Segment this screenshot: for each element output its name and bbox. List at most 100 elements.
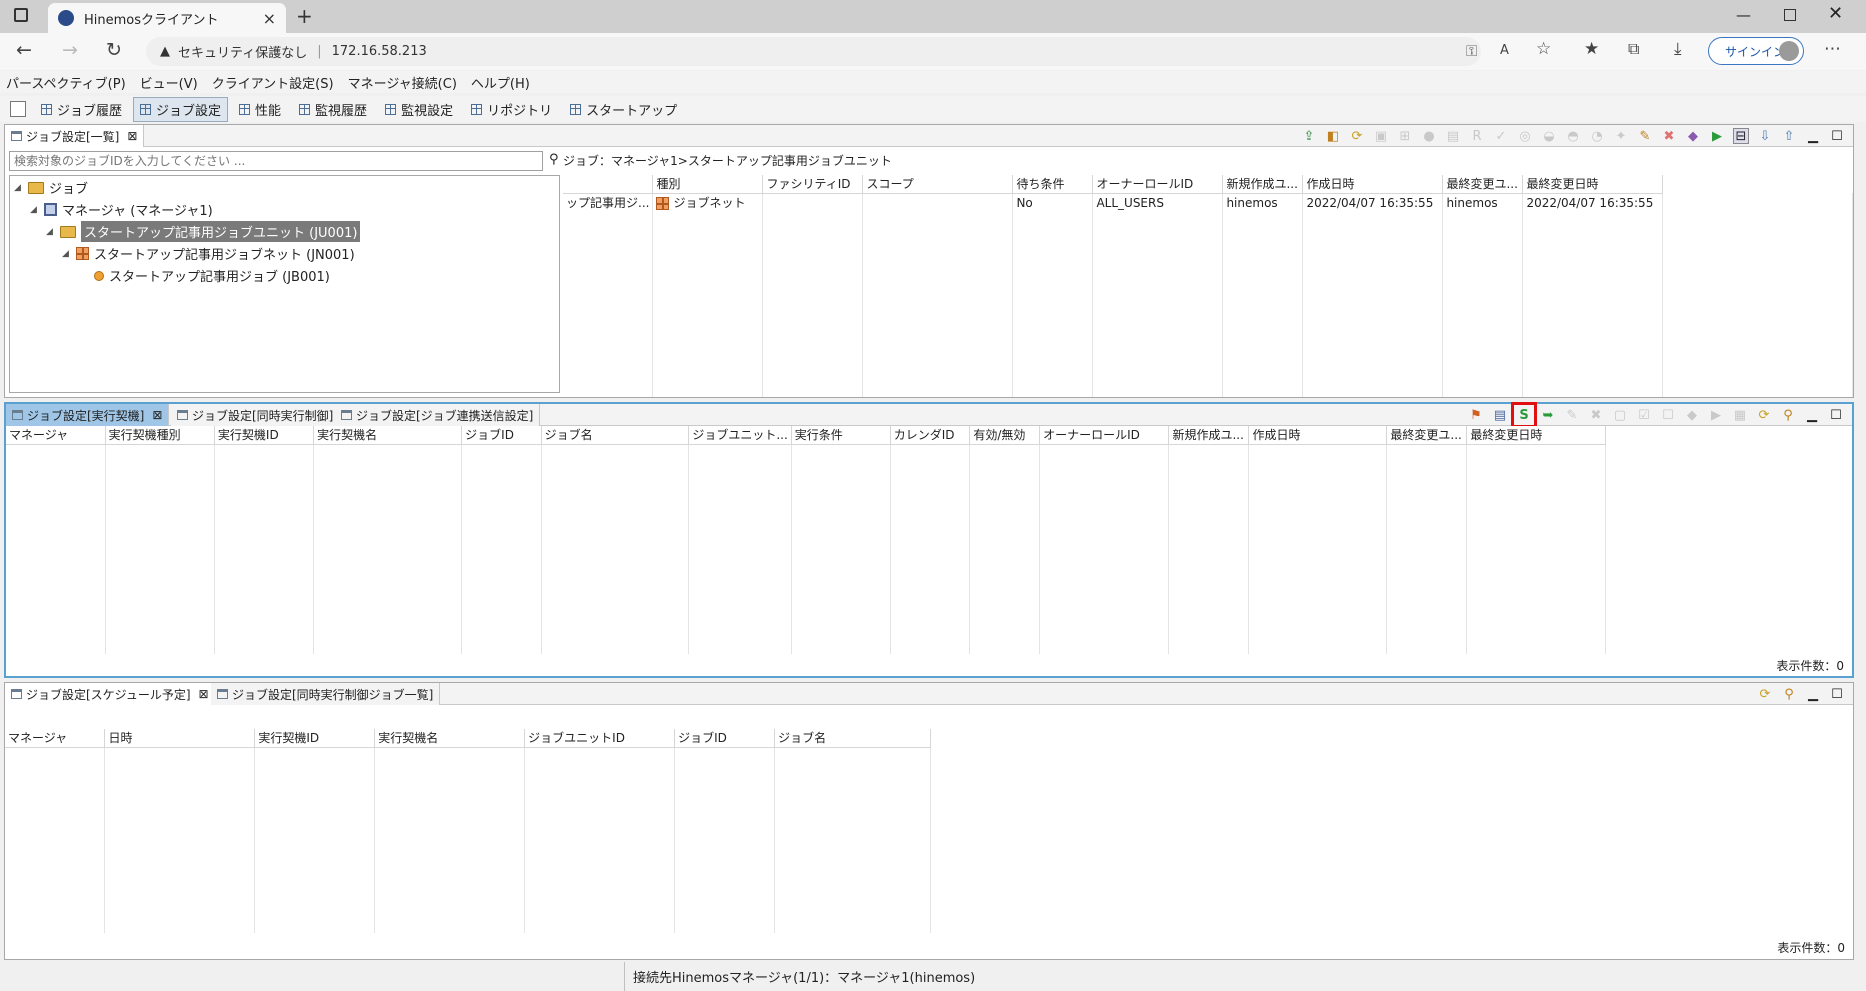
menu-help[interactable]: ヘルプ(H) (471, 73, 530, 92)
close-window-icon[interactable]: ✕ (1828, 3, 1843, 24)
forward-icon[interactable]: → (62, 39, 78, 61)
tree-node-root[interactable]: ◢ ジョブ (14, 178, 88, 197)
filter-icon[interactable]: ⚲ (1780, 407, 1796, 423)
kick-column-header[interactable]: 最終変更日時 (1466, 426, 1606, 445)
search-icon[interactable]: ⚲ (549, 152, 559, 167)
new-tab-icon[interactable]: + (296, 4, 313, 28)
menu-perspective[interactable]: パースペクティブ(P) (6, 73, 126, 92)
perspective-monitor-history[interactable]: 監視履歴 (292, 97, 374, 122)
schedule-column-header[interactable]: ジョブユニットID (524, 729, 676, 748)
create-linkage-kick-icon[interactable]: ➥ (1540, 407, 1556, 423)
table-row[interactable]: ップ記事用ジ... ジョブネット No ALL_USERS hinemos 2022/04… (563, 193, 1853, 212)
job-list-column-header[interactable]: 新規作成ユ... (1222, 175, 1304, 194)
job-list-column-header[interactable]: ファシリティID (762, 175, 864, 194)
signin-button[interactable]: サインイン (1708, 37, 1804, 65)
tab-concurrency[interactable]: ジョブ設定[同時実行制御] (171, 404, 341, 426)
create-net-icon[interactable]: ⊞ (1397, 128, 1413, 144)
tab-actions-icon[interactable] (14, 8, 28, 22)
export-icon[interactable]: ⇩ (1757, 128, 1773, 144)
kick-column-header[interactable]: 新規作成ユ... (1168, 426, 1250, 445)
kick-column-header[interactable]: ジョブ名 (541, 426, 690, 445)
job-list-column-header[interactable]: 待ち条件 (1012, 175, 1094, 194)
minimize-view-icon[interactable]: ▁ (1804, 407, 1820, 423)
perspective-performance[interactable]: 性能 (232, 97, 288, 122)
job-list-column-header[interactable]: オーナーロールID (1092, 175, 1224, 194)
calendar-icon[interactable]: ▦ (1732, 407, 1748, 423)
filter-icon[interactable]: ⚲ (1781, 686, 1797, 702)
register-icon[interactable]: ◆ (1685, 128, 1701, 144)
tab-job-list[interactable]: ジョブ設定[一覧] ⊠ (5, 125, 145, 147)
run-icon[interactable]: ▶ (1709, 128, 1725, 144)
kick-column-header[interactable]: 有効/無効 (969, 426, 1041, 445)
tab-schedule[interactable]: ジョブ設定[スケジュール予定] ⊠ (5, 683, 216, 705)
job-list-column-header[interactable] (563, 175, 654, 194)
collapse-icon[interactable]: ◢ (14, 183, 23, 193)
more-icon[interactable]: ⋯ (1824, 39, 1841, 59)
job-list-column-header[interactable]: スコープ (862, 175, 1014, 194)
schedule-column-header[interactable]: ジョブID (674, 729, 776, 748)
minimize-view-icon[interactable]: ▁ (1805, 686, 1821, 702)
job-list-column-header[interactable]: 最終変更ユ... (1442, 175, 1524, 194)
create-file-check-icon[interactable]: ▤ (1492, 407, 1508, 423)
create-unit-icon[interactable]: ▣ (1373, 128, 1389, 144)
create-file-job-icon[interactable]: ▤ (1445, 128, 1461, 144)
create-job-icon[interactable]: ● (1421, 128, 1437, 144)
collapse-icon[interactable]: ◢ (62, 249, 71, 259)
kick-column-header[interactable]: ジョブユニット... (688, 426, 792, 445)
kick-column-header[interactable]: 実行契機名 (313, 426, 463, 445)
collections-icon[interactable]: ⧉ (1628, 39, 1639, 59)
key-icon[interactable]: ⚿ (1466, 42, 1477, 60)
minimize-icon[interactable]: — (1736, 6, 1751, 24)
favorite-add-icon[interactable]: ☆ (1536, 39, 1551, 59)
menu-client-settings[interactable]: クライアント設定(S) (212, 73, 334, 92)
create-ref-job-icon[interactable]: R (1469, 128, 1485, 144)
kick-column-header[interactable]: 作成日時 (1248, 426, 1388, 445)
menu-view[interactable]: ビュー(V) (140, 73, 198, 92)
browser-tab[interactable]: Hinemosクライアント × (48, 3, 286, 33)
tree-node-jobnet[interactable]: ◢ スタートアップ記事用ジョブネット (JN001) (62, 244, 355, 263)
run-icon[interactable]: ▶ (1708, 407, 1724, 423)
job-list-column-header[interactable]: 種別 (652, 175, 764, 194)
disable-icon[interactable]: ☐ (1660, 407, 1676, 423)
tab-linkage-send[interactable]: ジョブ設定[ジョブ連携送信設定] (335, 404, 541, 426)
back-icon[interactable]: ← (16, 39, 32, 61)
refresh-icon[interactable]: ⟳ (1349, 128, 1365, 144)
tree-view-icon[interactable]: ⊟ (1733, 128, 1749, 144)
close-tab-icon[interactable]: × (263, 9, 276, 28)
perspective-monitor-settings[interactable]: 監視設定 (378, 97, 460, 122)
open-perspective-icon[interactable] (10, 101, 26, 117)
close-icon[interactable]: ⊠ (199, 687, 209, 701)
create-manual-kick-icon[interactable]: S (1511, 402, 1537, 428)
approval-job-icon[interactable]: ✓ (1493, 128, 1509, 144)
maximize-view-icon[interactable]: ☐ (1828, 407, 1844, 423)
linkage-job-icon[interactable]: ✦ (1613, 128, 1629, 144)
job-list-column-header[interactable]: 作成日時 (1302, 175, 1444, 194)
enable-icon[interactable]: ☑ (1636, 407, 1652, 423)
job-list-column-header[interactable]: 最終変更日時 (1522, 175, 1664, 194)
kick-column-header[interactable]: カレンダID (890, 426, 971, 445)
delete-icon[interactable]: ✖ (1588, 407, 1604, 423)
refresh-icon[interactable]: ⟳ (1756, 407, 1772, 423)
tree-node-jobunit[interactable]: ◢ スタートアップ記事用ジョブユニット (JU001) (46, 221, 361, 242)
monitor-job-icon[interactable]: ◎ (1517, 128, 1533, 144)
schedule-column-header[interactable]: ジョブ名 (774, 729, 931, 748)
schedule-column-header[interactable]: 実行契機名 (374, 729, 526, 748)
collapse-icon[interactable]: ◢ (46, 227, 55, 237)
schedule-column-header[interactable]: マネージャ (5, 729, 106, 748)
schedule-column-header[interactable]: 実行契機ID (254, 729, 376, 748)
perspective-repository[interactable]: リポジトリ (464, 97, 559, 122)
minimize-view-icon[interactable]: ▁ (1805, 128, 1821, 144)
read-aloud-icon[interactable]: A (1500, 43, 1509, 58)
job-search-input[interactable] (9, 151, 543, 171)
tree-node-manager[interactable]: ◢ マネージャ (マネージャ1) (30, 200, 213, 219)
kick-column-header[interactable]: 実行契機ID (214, 426, 315, 445)
edit-icon[interactable]: ✎ (1564, 407, 1580, 423)
collapse-icon[interactable]: ◢ (30, 205, 39, 215)
register-icon[interactable]: ◆ (1684, 407, 1700, 423)
resource-job-icon[interactable]: ◓ (1565, 128, 1581, 144)
menu-manager-connect[interactable]: マネージャ接続(C) (348, 73, 457, 92)
tab-kick[interactable]: ジョブ設定[実行契機] ⊠ (6, 404, 170, 426)
perspective-startup[interactable]: スタートアップ (563, 97, 684, 122)
copy-icon[interactable]: ▢ (1612, 407, 1628, 423)
schedule-column-header[interactable]: 日時 (104, 729, 256, 748)
